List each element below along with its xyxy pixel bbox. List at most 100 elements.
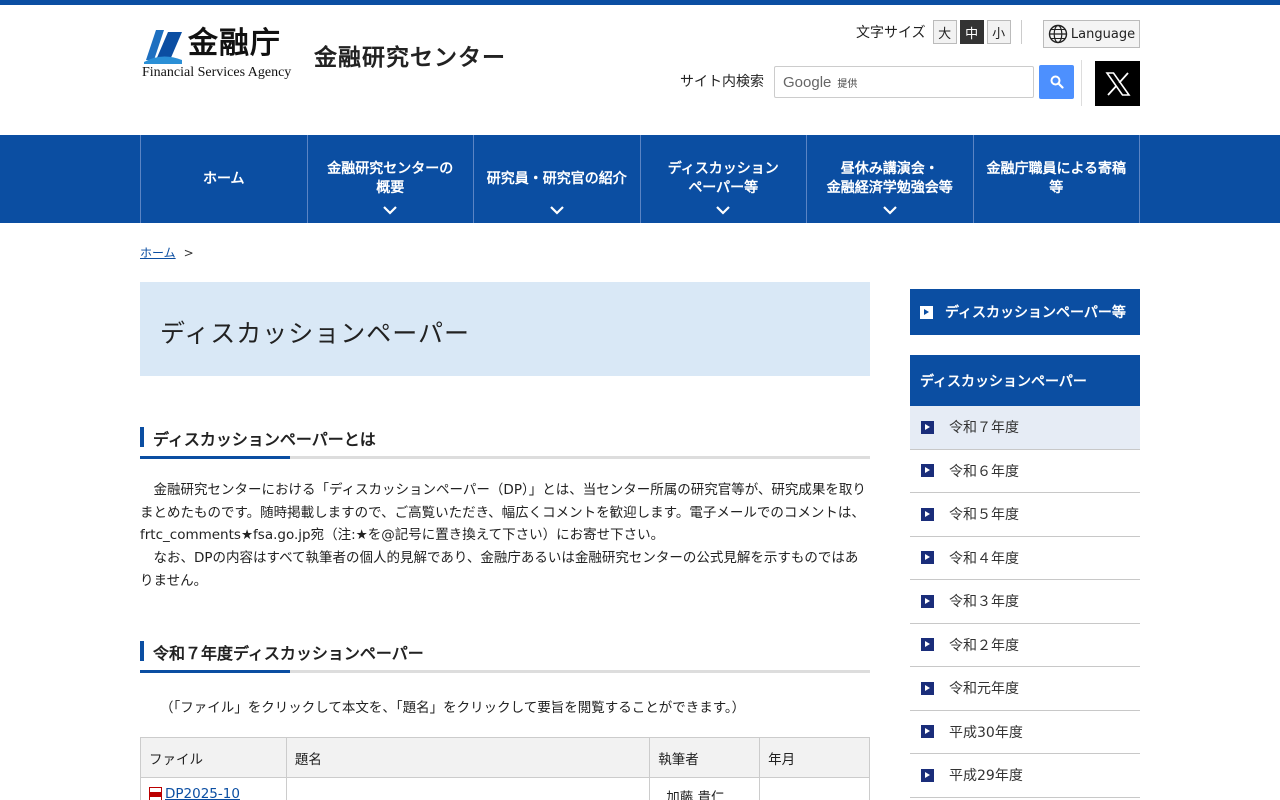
arrow-square-icon	[921, 725, 934, 739]
sidebar-item-label: 令和元年度	[949, 681, 1019, 698]
sidebar-item-label: 令和５年度	[949, 507, 1019, 524]
breadcrumb: ホーム >	[140, 244, 194, 261]
nav-item-label: 金融庁職員による寄稿 等	[986, 161, 1127, 196]
sidebar-item-label: 平成30年度	[949, 724, 1023, 741]
language-label: Language	[1070, 26, 1136, 42]
nav-item-label: 昼休み講演会・ 金融経済学勉強会等	[826, 161, 953, 196]
font-size-small-button[interactable]: 小	[986, 20, 1011, 44]
x-social-button[interactable]	[1095, 61, 1140, 106]
breadcrumb-separator: >	[183, 245, 194, 260]
header-divider	[1021, 20, 1022, 44]
search-button[interactable]	[1039, 65, 1074, 99]
pdf-file-label: DP2025-10	[165, 786, 240, 800]
sidebar-item-r6[interactable]: 令和６年度	[910, 450, 1140, 493]
column-header-title: 題名	[285, 737, 651, 778]
sidebar-item-r5[interactable]: 令和５年度	[910, 493, 1140, 537]
fsa-logo[interactable]: 金融庁 Financial Services Agency	[142, 24, 312, 82]
site-search-input[interactable]: Google 提供	[774, 66, 1034, 98]
font-size-large-button[interactable]: 大	[932, 20, 957, 44]
arrow-square-icon	[921, 638, 934, 652]
table-cell-author: 加藤 貴仁	[649, 777, 761, 800]
sidebar-item-h29[interactable]: 平成29年度	[910, 754, 1140, 798]
pdf-file-link[interactable]: DP2025-10	[149, 786, 240, 800]
section-heading-text: 令和７年度ディスカッションペーパー	[153, 644, 424, 663]
arrow-square-icon	[921, 551, 934, 565]
breadcrumb-home-link[interactable]: ホーム	[140, 244, 176, 261]
sidebar-item-h30[interactable]: 平成30年度	[910, 711, 1140, 754]
nav-item-contributions[interactable]: 金融庁職員による寄稿 等	[974, 135, 1140, 223]
fsa-emblem-icon	[144, 30, 182, 64]
section-heading-r7: 令和７年度ディスカッションペーパー	[140, 641, 870, 677]
sidebar-section-heading: ディスカッションペーパー	[910, 355, 1140, 406]
chevron-down-icon	[383, 206, 398, 215]
site-search-label: サイト内検索	[680, 74, 764, 90]
sidebar-category-link[interactable]: ディスカッションペーパー等	[910, 289, 1140, 335]
globe-icon	[1048, 24, 1068, 44]
nav-item-label: 研究員・研究官の紹介	[486, 170, 627, 187]
sidebar-item-label: 令和７年度	[949, 420, 1019, 437]
table-header-row: ファイル 題名 執筆者 年月	[140, 737, 870, 778]
sidebar-year-list: 令和７年度 令和６年度 令和５年度 令和４年度 令和３年度 令和２年度 令和元年…	[910, 406, 1140, 798]
header-divider	[1081, 60, 1082, 106]
sidebar-item-r4[interactable]: 令和４年度	[910, 537, 1140, 580]
page-title-box: ディスカッションペーパー	[140, 282, 870, 376]
arrow-square-icon	[921, 594, 934, 608]
google-brand-text: Google	[783, 73, 832, 91]
logo-text-jp: 金融庁	[188, 26, 281, 61]
heading-marker	[140, 641, 144, 661]
heading-underline-accent	[140, 670, 290, 673]
arrow-square-icon	[921, 681, 934, 695]
sidebar-category-label: ディスカッションペーパー等	[945, 305, 1126, 321]
arrow-square-icon	[921, 464, 934, 478]
table-cell-date	[759, 777, 870, 800]
disclaimer-paragraph: なお、DPの内容はすべて執筆者の個人的見解であり、金融庁あるいは金融研究センター…	[140, 550, 859, 589]
sidebar-item-label: 令和２年度	[949, 637, 1019, 654]
section-heading-text: ディスカッションペーパーとは	[153, 430, 376, 449]
site-title[interactable]: 金融研究センター	[314, 38, 506, 72]
nav-item-label: ディスカッション ペーパー等	[667, 161, 779, 196]
language-button[interactable]: Language	[1043, 20, 1140, 48]
discussion-paper-table: ファイル 題名 執筆者 年月 DP2025-10 加藤 貴仁	[140, 737, 870, 800]
sidebar-item-label: 令和６年度	[949, 463, 1019, 480]
chevron-down-icon	[882, 206, 897, 215]
font-size-label: 文字サイズ	[856, 25, 926, 41]
heading-marker	[140, 427, 144, 447]
sidebar-item-r2[interactable]: 令和２年度	[910, 624, 1140, 667]
global-nav: ホーム 金融研究センターの 概要 研究員・研究官の紹介 ディスカッション ペーパ…	[0, 135, 1280, 223]
google-provided-text: 提供	[837, 78, 858, 90]
logo-text-en: Financial Services Agency	[142, 65, 292, 80]
page-title: ディスカッションペーパー	[160, 319, 471, 348]
table-cell-title[interactable]	[285, 777, 651, 800]
table-row: DP2025-10 加藤 貴仁	[140, 777, 870, 800]
top-accent-bar	[0, 0, 1280, 5]
font-size-switcher: 文字サイズ 大 中 小	[856, 20, 1011, 44]
sidebar-item-label: 平成29年度	[949, 768, 1023, 785]
heading-underline-accent	[140, 456, 290, 459]
chevron-down-icon	[549, 206, 564, 215]
table-note: （「ファイル」をクリックして本文を、「題名」をクリックして要旨を閲覧することがで…	[160, 700, 746, 716]
nav-item-lectures[interactable]: 昼休み講演会・ 金融経済学勉強会等	[807, 135, 974, 223]
section-heading-about: ディスカッションペーパーとは	[140, 427, 870, 463]
sidebar-item-r7[interactable]: 令和７年度	[910, 406, 1140, 450]
nav-item-about[interactable]: 金融研究センターの 概要	[308, 135, 474, 223]
sidebar-item-r1[interactable]: 令和元年度	[910, 667, 1140, 711]
arrow-square-icon	[921, 768, 934, 782]
arrow-square-icon	[921, 420, 934, 434]
sidebar-item-label: 令和３年度	[949, 594, 1019, 611]
column-header-file: ファイル	[140, 737, 287, 778]
chevron-down-icon	[716, 206, 731, 215]
nav-item-home[interactable]: ホーム	[141, 135, 308, 223]
nav-item-label: 金融研究センターの 概要	[327, 161, 454, 196]
arrow-square-icon	[920, 305, 933, 319]
font-size-medium-button[interactable]: 中	[959, 20, 984, 44]
nav-item-researchers[interactable]: 研究員・研究官の紹介	[474, 135, 641, 223]
intro-paragraph: 金融研究センターにおける「ディスカッションペーパー（DP）」とは、当センター所属…	[140, 482, 866, 543]
pdf-icon	[149, 787, 162, 800]
table-cell-file: DP2025-10	[140, 777, 287, 800]
column-header-date: 年月	[759, 737, 870, 778]
sidebar-item-r3[interactable]: 令和３年度	[910, 580, 1140, 624]
arrow-square-icon	[921, 507, 934, 521]
x-logo-icon	[1104, 71, 1131, 96]
nav-item-discussion-papers[interactable]: ディスカッション ペーパー等	[641, 135, 807, 223]
sidebar-item-label: 令和４年度	[949, 550, 1019, 567]
